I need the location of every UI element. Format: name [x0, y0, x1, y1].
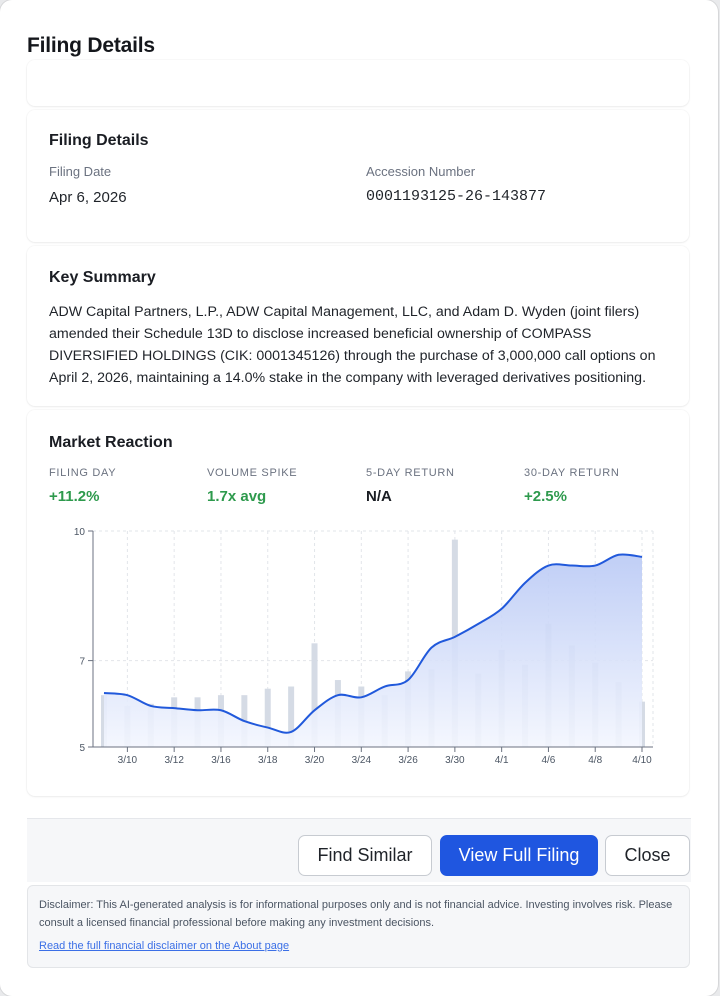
- chart-x-tick-label: 4/1: [495, 755, 509, 766]
- disclaimer-text: Disclaimer: This AI-generated analysis i…: [39, 899, 673, 929]
- modal-footer: Find Similar View Full Filing Close: [27, 818, 691, 882]
- accession-number-value: 0001193125-26-143877: [366, 188, 547, 205]
- chart-x-tick-label: 3/30: [445, 755, 465, 766]
- filing-details-modal: Filing Details Filing Details Filing Dat…: [0, 0, 718, 996]
- price-chart: 5 7 10 3/10 3/12 3/16 3/18 3/20 3/24 3/26 3/30 4/1 4…: [40, 520, 670, 770]
- key-summary-card: Key Summary ADW Capital Partners, L.P., …: [27, 246, 689, 406]
- disclaimer-box: Disclaimer: This AI-generated analysis i…: [27, 885, 690, 968]
- chart-x-tick-label: 3/20: [305, 755, 325, 766]
- key-summary-text: ADW Capital Partners, L.P., ADW Capital …: [49, 304, 656, 386]
- chart-x-tick-label: 4/6: [541, 755, 555, 766]
- stat-value-volume-spike: 1.7x avg: [207, 488, 267, 505]
- stat-label-filing-day: Filing Day: [49, 467, 117, 479]
- filing-date-label: Filing Date: [49, 164, 112, 179]
- chart-x-tick-label: 3/12: [164, 755, 184, 766]
- chart-x-tick-label: 3/10: [118, 755, 138, 766]
- key-summary-title: Key Summary: [49, 269, 156, 286]
- market-reaction-title: Market Reaction: [49, 434, 173, 451]
- chart-x-tick-label: 3/26: [398, 755, 418, 766]
- stat-value-30-day-return: +2.5%: [524, 488, 567, 505]
- view-full-filing-button[interactable]: View Full Filing: [440, 835, 598, 876]
- modal-title: Filing Details: [27, 34, 155, 57]
- stat-label-5-day-return: 5-Day Return: [366, 467, 455, 479]
- chart-y-tick-label: 5: [79, 743, 85, 754]
- price-area-fill: [104, 554, 642, 747]
- chart-x-tick-label: 4/8: [588, 755, 602, 766]
- chart-x-tick-label: 3/18: [258, 755, 278, 766]
- chart-x-tick-label: 3/24: [352, 755, 372, 766]
- stat-value-filing-day: +11.2%: [49, 488, 100, 505]
- accession-number-label: Accession Number: [366, 164, 476, 179]
- chart-x-tick-label: 3/16: [211, 755, 231, 766]
- filing-date-value: Apr 6, 2026: [49, 189, 127, 206]
- previous-card: [27, 60, 689, 106]
- disclaimer-link[interactable]: Read the full financial disclaimer on th…: [39, 940, 289, 952]
- stat-value-5-day-return: N/A: [366, 488, 392, 505]
- filing-details-title: Filing Details: [49, 132, 149, 149]
- stat-label-30-day-return: 30-Day Return: [524, 467, 620, 479]
- price-chart-svg: 5 7 10 3/10 3/12 3/16 3/18 3/20 3/24 3/26 3/30 4/1 4…: [74, 527, 654, 766]
- close-button[interactable]: Close: [605, 835, 690, 876]
- chart-y-tick-label: 10: [74, 527, 86, 538]
- chart-y-tick-label: 7: [79, 657, 85, 668]
- chart-x-tick-label: 4/10: [632, 755, 652, 766]
- filing-details-card: Filing Details Filing Date Apr 6, 2026 A…: [27, 110, 689, 242]
- find-similar-button[interactable]: Find Similar: [298, 835, 432, 876]
- stat-label-volume-spike: Volume Spike: [207, 467, 298, 479]
